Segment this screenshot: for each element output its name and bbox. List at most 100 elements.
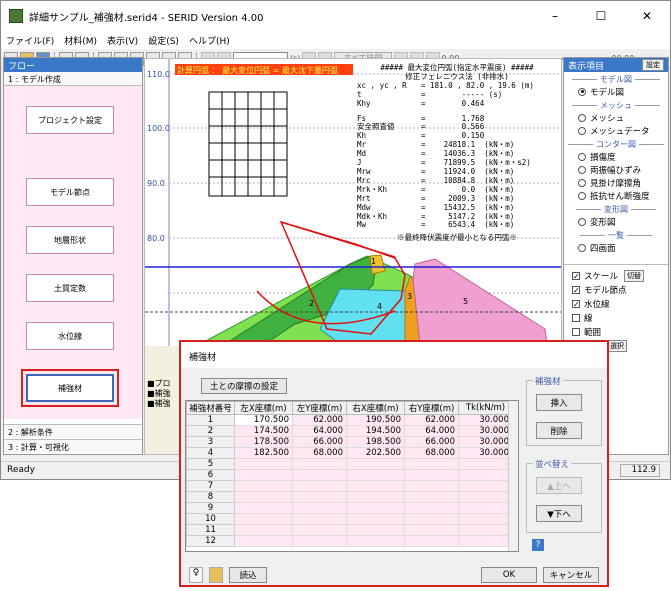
table-cell[interactable]	[346, 502, 405, 514]
table-cell[interactable]: 7	[186, 480, 235, 492]
table-row[interactable]: 1 170.500 62.000 190.500 62.000 30.000	[186, 414, 513, 426]
table-cell[interactable]	[404, 458, 459, 470]
table-cell[interactable]: 30.000	[458, 414, 513, 426]
load-button[interactable]: 読込	[229, 567, 267, 583]
table-cell[interactable]: 202.500	[346, 447, 405, 459]
table-cell[interactable]	[458, 513, 513, 525]
table-cell[interactable]	[292, 480, 347, 492]
minimize-button[interactable]: –	[532, 1, 578, 31]
table-cell[interactable]	[458, 524, 513, 536]
table-cell[interactable]	[458, 480, 513, 492]
display-settings-button[interactable]: 設定	[642, 59, 664, 71]
table-cell[interactable]	[234, 469, 293, 481]
display-radio[interactable]: 抵抗せん断強度	[578, 189, 668, 202]
table-cell[interactable]	[404, 502, 459, 514]
display-radio[interactable]: 損傷度	[578, 150, 668, 163]
lightbulb-icon[interactable]: ♀	[189, 567, 203, 583]
table-cell[interactable]: 66.000	[404, 436, 459, 448]
table-cell[interactable]: 30.000	[458, 425, 513, 437]
menu-material[interactable]: 材料(M)	[59, 34, 102, 47]
soil-friction-settings-button[interactable]: 土との摩擦の設定	[201, 378, 287, 394]
table-cell[interactable]	[234, 535, 293, 547]
table-row[interactable]: 10	[186, 513, 513, 525]
table-row[interactable]: 4 182.500 68.000 202.500 68.000 30.000	[186, 447, 513, 459]
table-cell[interactable]: 1	[186, 414, 235, 426]
table-cell[interactable]	[346, 469, 405, 481]
flow-section-analysis[interactable]: 2 : 解析条件	[4, 424, 142, 438]
display-radio[interactable]: 見掛け摩擦角	[578, 176, 668, 189]
display-radio[interactable]: モデル図	[578, 85, 668, 98]
layer-shape-button[interactable]: 地層形状	[26, 226, 114, 254]
table-cell[interactable]	[458, 535, 513, 547]
table-cell[interactable]: 10	[186, 513, 235, 525]
display-checkbox[interactable]: 線	[572, 311, 668, 325]
table-cell[interactable]: 62.000	[292, 414, 347, 426]
table-cell[interactable]: 174.500	[234, 425, 293, 437]
reinforcement-button[interactable]: 補強材	[21, 369, 119, 407]
table-row[interactable]: 12	[186, 535, 513, 547]
table-cell[interactable]: 11	[186, 524, 235, 536]
table-cell[interactable]	[234, 480, 293, 492]
table-cell[interactable]	[234, 502, 293, 514]
table-row[interactable]: 6	[186, 469, 513, 481]
maximize-button[interactable]: ☐	[578, 1, 624, 31]
display-checkbox[interactable]: ✓ モデル節点	[572, 283, 668, 297]
table-cell[interactable]: 9	[186, 502, 235, 514]
display-checkbox[interactable]: ✓ 水位線	[572, 297, 668, 311]
display-radio[interactable]: メッシュ	[578, 111, 668, 124]
table-cell[interactable]	[234, 491, 293, 503]
table-cell[interactable]	[458, 502, 513, 514]
table-cell[interactable]: 8	[186, 491, 235, 503]
display-radio[interactable]: 両振幅ひずみ	[578, 163, 668, 176]
table-cell[interactable]: 68.000	[292, 447, 347, 459]
table-cell[interactable]: 182.500	[234, 447, 293, 459]
table-cell[interactable]: 3	[186, 436, 235, 448]
display-checkbox[interactable]: ✓ スケール 切替	[572, 269, 668, 283]
table-cell[interactable]: 64.000	[292, 425, 347, 437]
table-row[interactable]: 3 178.500 66.000 198.500 66.000 30.000	[186, 436, 513, 448]
table-row[interactable]: 11	[186, 524, 513, 536]
flow-section-model[interactable]: 1 : モデル作成	[4, 72, 142, 86]
insert-button[interactable]: 挿入	[536, 394, 582, 411]
table-cell[interactable]	[292, 524, 347, 536]
table-cell[interactable]	[404, 535, 459, 547]
table-cell[interactable]: 190.500	[346, 414, 405, 426]
project-settings-button[interactable]: プロジェクト設定	[26, 106, 114, 134]
model-nodes-button[interactable]: モデル節点	[26, 178, 114, 206]
import-icon[interactable]	[209, 567, 223, 583]
table-cell[interactable]: 4	[186, 447, 235, 459]
flow-section-calc[interactable]: 3 : 計算・可視化	[4, 439, 142, 453]
table-cell[interactable]	[346, 535, 405, 547]
table-cell[interactable]: 170.500	[234, 414, 293, 426]
table-cell[interactable]: 30.000	[458, 436, 513, 448]
table-cell[interactable]: 64.000	[404, 425, 459, 437]
table-cell[interactable]: 68.000	[404, 447, 459, 459]
table-cell[interactable]	[292, 491, 347, 503]
delete-button[interactable]: 削除	[536, 422, 582, 439]
table-row[interactable]: 2 174.500 64.000 194.500 64.000 30.000	[186, 425, 513, 437]
table-row[interactable]: 5	[186, 458, 513, 470]
table-cell[interactable]	[346, 491, 405, 503]
menu-view[interactable]: 表示(V)	[102, 34, 143, 47]
table-cell[interactable]	[346, 513, 405, 525]
table-cell[interactable]	[292, 469, 347, 481]
menu-file[interactable]: ファイル(F)	[1, 34, 59, 47]
table-cell[interactable]	[234, 458, 293, 470]
display-radio[interactable]: メッシュデータ	[578, 124, 668, 137]
table-cell[interactable]	[404, 513, 459, 525]
cancel-button[interactable]: キャンセル	[543, 567, 599, 583]
table-cell[interactable]	[458, 458, 513, 470]
table-cell[interactable]: 12	[186, 535, 235, 547]
table-cell[interactable]	[234, 513, 293, 525]
ok-button[interactable]: OK	[481, 567, 537, 583]
table-cell[interactable]	[292, 458, 347, 470]
move-up-button[interactable]: ▲上へ	[536, 477, 582, 494]
table-cell[interactable]	[346, 524, 405, 536]
table-cell[interactable]: 178.500	[234, 436, 293, 448]
display-checkbox[interactable]: 範囲	[572, 325, 668, 339]
table-row[interactable]: 7	[186, 480, 513, 492]
menu-settings[interactable]: 設定(S)	[143, 34, 184, 47]
soil-params-button[interactable]: 土質定数	[26, 274, 114, 302]
display-radio[interactable]: 四画面	[578, 241, 668, 254]
table-cell[interactable]: 62.000	[404, 414, 459, 426]
